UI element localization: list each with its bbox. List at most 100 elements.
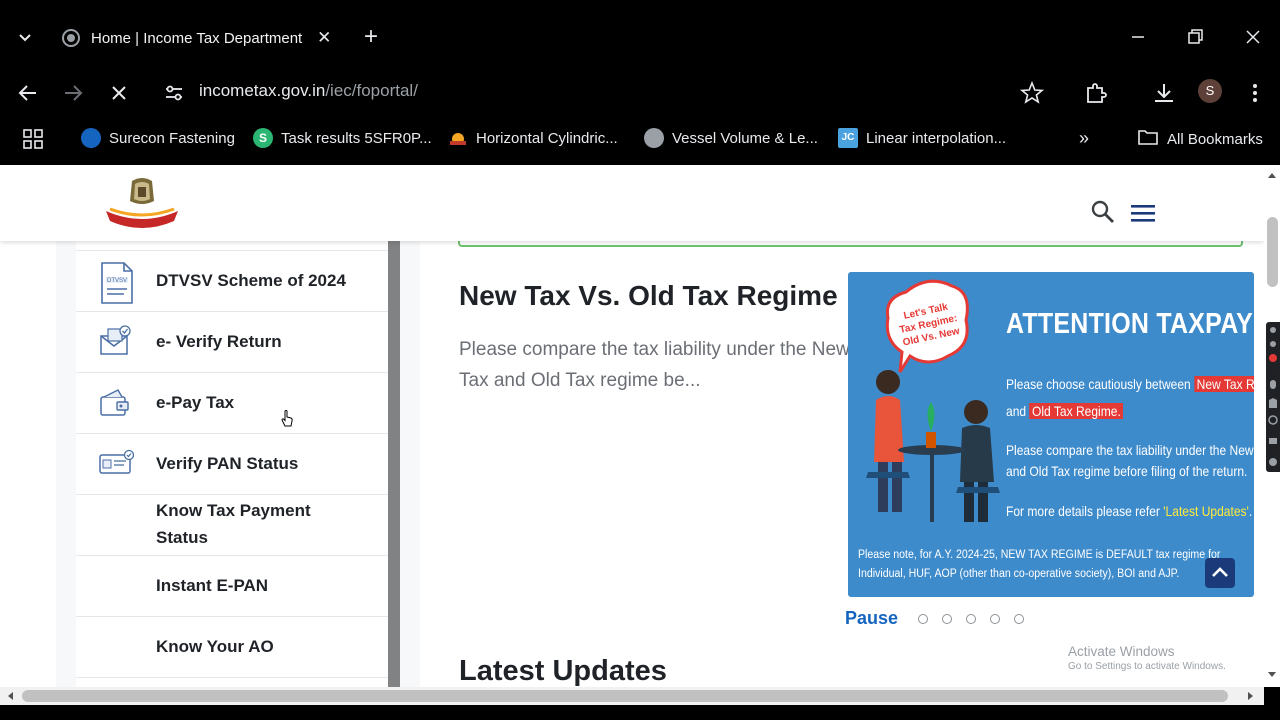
tab-close-icon[interactable]: ✕ (316, 29, 332, 46)
carousel-dot[interactable] (918, 613, 929, 624)
horizontal-scrollbar[interactable] (0, 687, 1264, 705)
url-path: /iec/foportal/ (325, 81, 418, 100)
banner-highlight-old-regime: Old Tax Regime. (1029, 403, 1124, 419)
bookmark-label: Surecon Fastening (109, 129, 235, 147)
extensions-puzzle-icon[interactable] (1083, 80, 1109, 106)
pan-card-icon (98, 449, 135, 485)
scroll-left-arrow-icon[interactable] (6, 691, 14, 701)
banner-text: Please choose cautiously between (1006, 376, 1191, 392)
screen-recorder-toolbar[interactable] (1266, 322, 1280, 472)
scroll-down-arrow-icon[interactable] (1267, 671, 1277, 679)
bookmark-label: Linear interpolation... (866, 129, 1007, 147)
banner-note: Please note, for A.Y. 2024-25, NEW TAX R… (858, 549, 1221, 580)
sidebar-item-verify-pan[interactable]: Verify PAN Status (76, 434, 388, 495)
bookmark-task-results[interactable]: S Task results 5SFR0P... (253, 128, 432, 148)
bookmark-vessel-volume[interactable]: Vessel Volume & Le... (644, 128, 818, 148)
sidebar-item-label: Know Tax Payment Status (156, 497, 311, 551)
forward-arrow-icon[interactable] (60, 80, 86, 106)
all-bookmarks-folder[interactable]: All Bookmarks (1138, 128, 1263, 150)
restore-icon[interactable] (1184, 26, 1206, 48)
star-bookmark-icon[interactable] (1019, 80, 1045, 106)
banner-line-2: and Old Tax Regime. (1006, 403, 1124, 419)
apps-grid-icon[interactable] (22, 128, 44, 150)
loading-favicon-icon (62, 29, 80, 47)
watermark-line-1: Activate Windows (1068, 644, 1175, 659)
banner-heading: ATTENTION TAXPAYERS!! (1006, 308, 1254, 340)
url-domain: incometax.gov.in (199, 81, 326, 100)
quick-links-panel: DTVSV DTVSV Scheme of 2024 e- Verify Ret… (56, 241, 420, 687)
horizontal-scroll-thumb[interactable] (22, 690, 1228, 702)
stop-loading-icon[interactable] (106, 80, 132, 106)
quick-links-list: DTVSV DTVSV Scheme of 2024 e- Verify Ret… (76, 241, 388, 687)
list-item-partial (76, 241, 388, 251)
browser-tab[interactable]: Home | Income Tax Department ✕ (52, 18, 342, 58)
carousel-dot[interactable] (1014, 613, 1025, 624)
bookmark-linear-interpolation[interactable]: JC Linear interpolation... (838, 128, 1006, 148)
bookmark-label: Task results 5SFR0P... (281, 129, 432, 147)
dtvsv-document-icon: DTVSV (98, 261, 134, 304)
all-bookmarks-label: All Bookmarks (1167, 130, 1263, 148)
address-bar[interactable]: incometax.gov.in/iec/foportal/ (199, 81, 418, 101)
task-icon: S (253, 128, 273, 148)
label-line-2: Status (156, 528, 208, 547)
vertical-scroll-thumb[interactable] (1267, 217, 1278, 287)
tab-strip: Home | Income Tax Department ✕ + (0, 0, 1280, 72)
sidebar-item-instant-e-pan[interactable]: Instant E-PAN (76, 556, 388, 617)
carousel-pause-button[interactable]: Pause (845, 608, 898, 629)
watermark-line-2: Go to Settings to activate Windows. (1068, 661, 1226, 672)
banner-highlight-new-regime: New Tax Regime (1194, 376, 1254, 392)
back-arrow-icon[interactable] (15, 80, 41, 106)
label-line-1: Know Tax Payment (156, 501, 311, 520)
page-viewport: DTVSV DTVSV Scheme of 2024 e- Verify Ret… (0, 165, 1264, 687)
jc-icon: JC (838, 128, 858, 148)
banner-line-1: Please choose cautiously between New Tax… (1006, 376, 1254, 392)
latest-updates-heading: Latest Updates (459, 655, 667, 687)
banner-para2-line1: Please compare the tax liability under t… (1006, 442, 1254, 458)
svg-text:DTVSV: DTVSV (107, 278, 127, 284)
sidebar-item-know-tax-payment-status[interactable]: Know Tax Payment Status (76, 495, 388, 556)
quick-links-scrollbar[interactable] (388, 241, 400, 687)
chevron-up-icon (1212, 567, 1228, 577)
banner-text: and (1006, 403, 1027, 419)
banner-text: . (1248, 503, 1253, 519)
download-icon[interactable] (1151, 80, 1177, 106)
sidebar-item-know-your-ao[interactable]: Know Your AO (76, 617, 388, 678)
more-bookmarks-chevron-icon[interactable]: » (1079, 128, 1089, 149)
news-description: Please compare the tax liability under t… (459, 339, 850, 391)
carousel-dot[interactable] (942, 613, 953, 624)
carousel-dot[interactable] (990, 613, 1001, 624)
sidebar-item-e-verify[interactable]: e- Verify Return (76, 312, 388, 373)
banner-para3: For more details please refer 'Latest Up… (1006, 503, 1252, 519)
sidebar-item-dtvsv[interactable]: DTVSV DTVSV Scheme of 2024 (76, 251, 388, 312)
new-tab-icon[interactable]: + (360, 25, 382, 49)
carousel-banner[interactable]: Let's Talk Tax Regime: Old Vs. New ATTEN… (848, 272, 1254, 597)
main-content: New Tax Vs. Old Tax Regime Please compar… (420, 231, 1264, 687)
surecon-icon (81, 128, 101, 148)
scroll-right-arrow-icon[interactable] (1247, 691, 1255, 701)
sidebar-item-label: Verify PAN Status (156, 454, 299, 473)
globe-icon (644, 128, 664, 148)
sidebar-item-e-pay-tax[interactable]: e-Pay Tax (76, 373, 388, 434)
scroll-to-top-button[interactable] (1205, 558, 1235, 588)
kebab-menu-icon[interactable] (1242, 80, 1268, 106)
carousel-dot[interactable] (966, 613, 977, 624)
wallet-icon (98, 387, 134, 423)
profile-avatar[interactable]: S (1198, 79, 1222, 103)
banner-latest-updates-link: 'Latest Updates' (1163, 503, 1249, 519)
site-header (0, 165, 1264, 241)
minimize-icon[interactable] (1127, 26, 1149, 48)
search-icon[interactable] (1090, 199, 1116, 225)
banner-para2-line2: and Old Tax regime before filing of the … (1006, 463, 1248, 479)
browser-toolbar: incometax.gov.in/iec/foportal/ (0, 72, 1280, 114)
income-tax-department-logo[interactable] (102, 175, 182, 231)
sunset-icon (448, 128, 468, 148)
bookmark-horizontal-cylindric[interactable]: Horizontal Cylindric... (448, 128, 618, 148)
news-title[interactable]: New Tax Vs. Old Tax Regime (459, 280, 838, 312)
hamburger-menu-icon[interactable] (1130, 203, 1156, 223)
site-settings-icon[interactable] (161, 80, 187, 106)
scroll-up-arrow-icon[interactable] (1267, 171, 1277, 179)
close-window-icon[interactable] (1242, 26, 1264, 48)
tab-search-dropdown-icon[interactable] (14, 26, 36, 48)
activate-windows-watermark: Activate Windows Go to Settings to activ… (1068, 644, 1226, 672)
bookmark-surecon[interactable]: Surecon Fastening (81, 128, 235, 148)
